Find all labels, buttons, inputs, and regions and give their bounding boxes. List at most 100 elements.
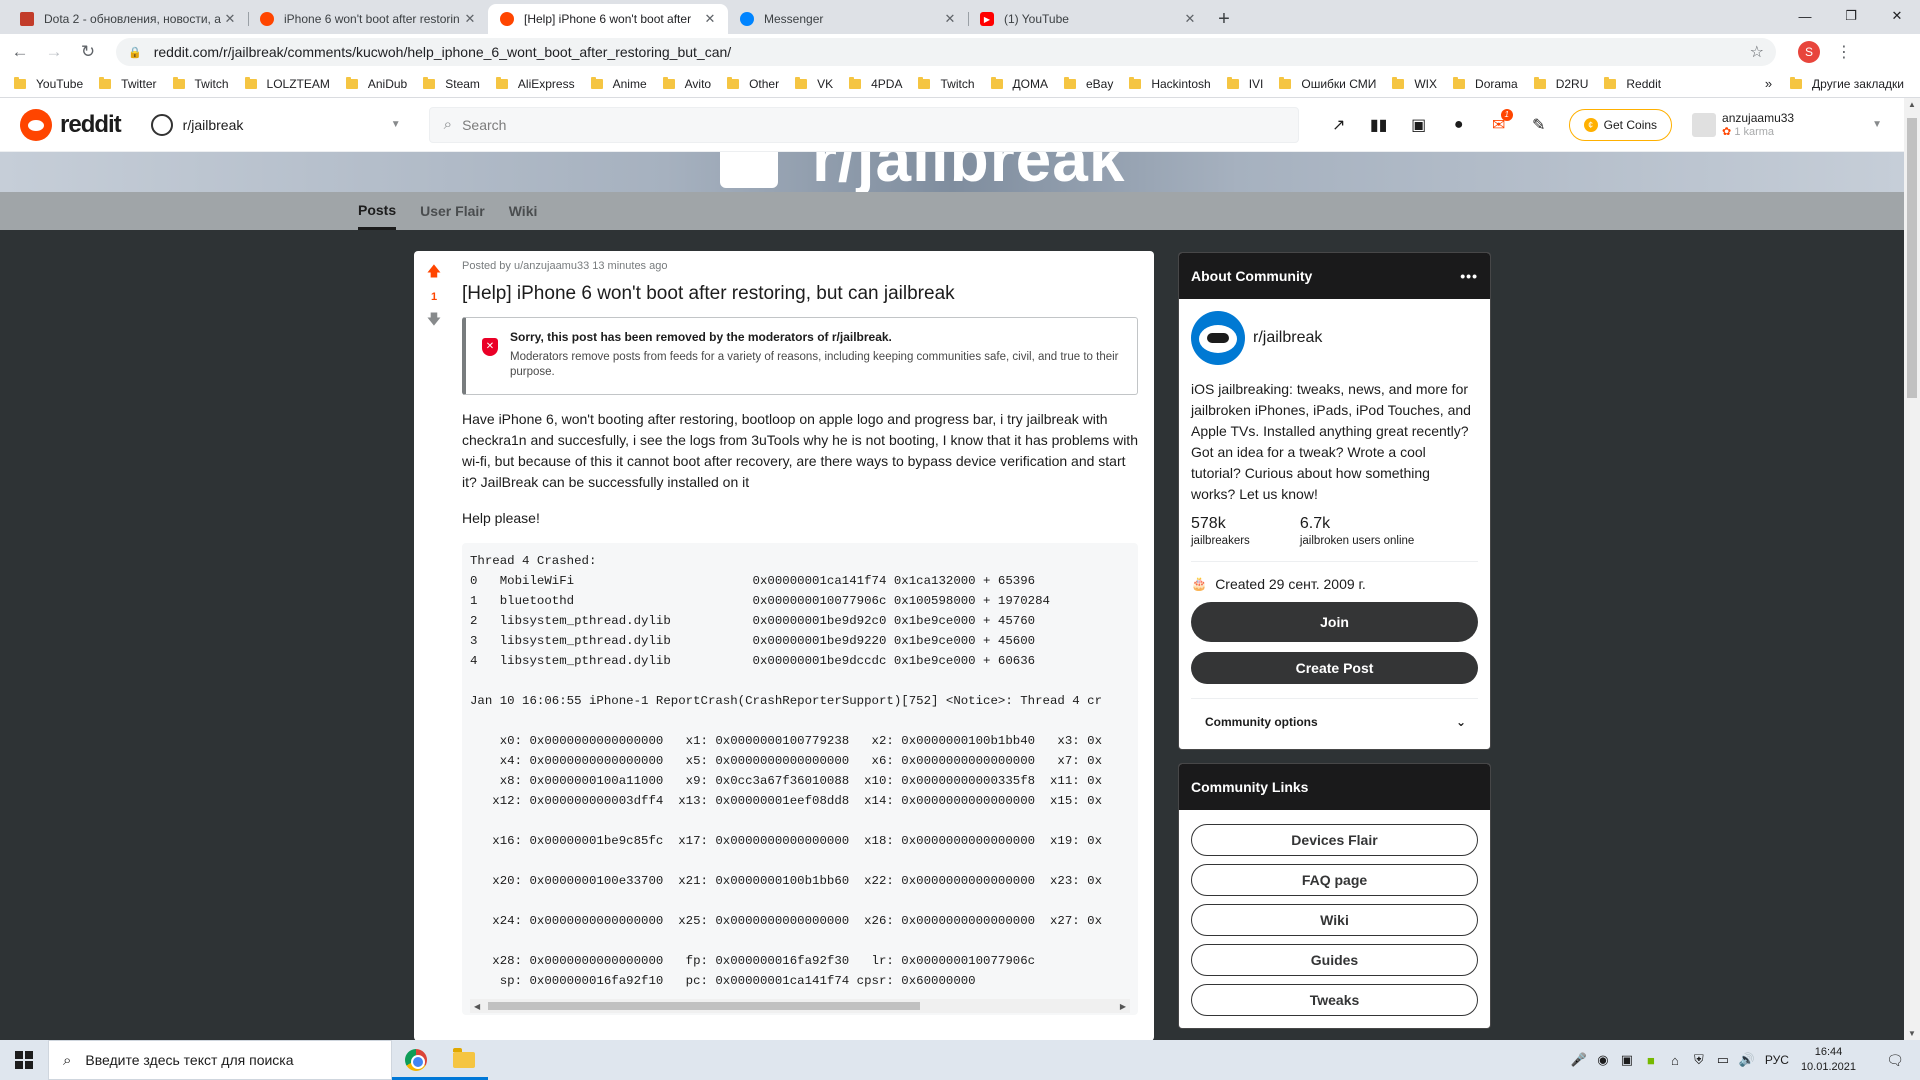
bookmark-item[interactable]: D2RU — [1533, 76, 1588, 91]
link-faq-button[interactable]: FAQ page — [1191, 864, 1478, 896]
popular-trending-icon[interactable]: ↗ — [1319, 115, 1359, 135]
community-identity[interactable]: r/jailbreak — [1191, 311, 1478, 365]
removed-shield-icon: ✕ — [482, 338, 498, 356]
bookmark-item[interactable]: AniDub — [345, 76, 407, 91]
tab-close-icon[interactable]: ✕ — [702, 11, 718, 27]
search-input[interactable]: ⌕ Search — [428, 106, 1299, 143]
bookmark-item[interactable]: 4PDA — [849, 76, 902, 91]
profile-avatar[interactable]: S — [1798, 41, 1820, 63]
search-placeholder: Search — [462, 116, 507, 133]
bookmarks-overflow-icon[interactable]: » — [1765, 76, 1772, 91]
tab-close-icon[interactable]: ✕ — [462, 11, 478, 27]
bookmark-item[interactable]: Other — [727, 76, 779, 91]
clock[interactable]: 16:44 10.01.2021 — [1801, 1045, 1856, 1075]
url-bar[interactable]: 🔒 reddit.com/r/jailbreak/comments/kucwoh… — [116, 38, 1776, 66]
scrollbar-thumb[interactable] — [1907, 118, 1917, 398]
bookmark-item[interactable]: IVI — [1226, 76, 1264, 91]
browser-menu-icon[interactable]: ⋮ — [1836, 42, 1852, 62]
tab-close-icon[interactable]: ✕ — [222, 11, 238, 27]
forward-arrow-icon[interactable]: → — [40, 38, 68, 66]
scrollbar-thumb[interactable] — [488, 1002, 920, 1010]
tab-wiki[interactable]: Wiki — [509, 192, 538, 230]
taskbar-explorer[interactable] — [440, 1040, 488, 1080]
bookmark-item[interactable]: Ошибки СМИ — [1279, 76, 1376, 91]
browser-tab-reddit-1[interactable]: iPhone 6 won't boot after restorin ✕ — [248, 4, 488, 34]
get-coins-button[interactable]: ¢ Get Coins — [1568, 108, 1673, 141]
network-icon[interactable]: ▭ — [1711, 1052, 1735, 1068]
bookmark-item[interactable]: Twitter — [99, 76, 157, 91]
minimize-button[interactable]: — — [1782, 0, 1828, 32]
browser-tab-dota[interactable]: Dota 2 - обновления, новости, а ✕ — [8, 4, 248, 34]
code-horizontal-scrollbar[interactable]: ◀ ▶ — [470, 999, 1130, 1013]
steam-icon[interactable]: ◉ — [1591, 1052, 1615, 1068]
tray-app-icon[interactable]: ▣ — [1615, 1052, 1639, 1068]
code-block[interactable]: Thread 4 Crashed: 0 MobileWiFi 0x0000000… — [462, 543, 1138, 1015]
bookmark-item[interactable]: VK — [795, 76, 833, 91]
usb-icon[interactable]: ⌂ — [1663, 1053, 1687, 1068]
bookmark-item[interactable]: Steam — [423, 76, 480, 91]
nvidia-icon[interactable]: ■ — [1639, 1053, 1663, 1068]
tab-close-icon[interactable]: ✕ — [1182, 11, 1198, 27]
bookmark-item[interactable]: ДОМА — [990, 76, 1048, 91]
microphone-icon[interactable]: 🎤 — [1567, 1052, 1591, 1068]
user-dropdown[interactable]: anzujaamu33 ✿ 1 karma ▼ — [1692, 111, 1892, 138]
start-button[interactable] — [0, 1040, 48, 1080]
bookmark-item[interactable]: Reddit — [1604, 76, 1661, 91]
browser-tab-messenger[interactable]: Messenger ✕ — [728, 4, 968, 34]
tab-user-flair[interactable]: User Flair — [420, 192, 485, 230]
bookmark-item[interactable]: WIX — [1392, 76, 1437, 91]
link-wiki-button[interactable]: Wiki — [1191, 904, 1478, 936]
bookmark-item[interactable]: Avito — [662, 76, 711, 91]
bookmark-item[interactable]: Dorama — [1453, 76, 1518, 91]
new-tab-button[interactable]: + — [1208, 4, 1240, 34]
scroll-left-icon[interactable]: ◀ — [474, 1002, 480, 1011]
subreddit-selector[interactable]: r/jailbreak ▼ — [150, 113, 401, 136]
reddit-logo[interactable]: reddit — [20, 108, 122, 141]
scroll-right-icon[interactable]: ▶ — [1120, 1002, 1126, 1011]
tab-posts[interactable]: Posts — [358, 192, 397, 230]
bookmark-item[interactable]: Twitch — [918, 76, 975, 91]
chat-icon[interactable]: ● — [1439, 116, 1479, 134]
other-bookmarks-folder[interactable]: Другие закладки — [1790, 76, 1904, 91]
upvote-arrow-icon[interactable]: 🡅 — [414, 261, 454, 285]
taskbar-chrome[interactable] — [392, 1040, 440, 1080]
scroll-up-icon[interactable]: ▲ — [1908, 100, 1916, 109]
stats-icon[interactable]: ▮▮ — [1359, 115, 1399, 135]
bookmark-label: IVI — [1248, 76, 1264, 91]
link-guides-button[interactable]: Guides — [1191, 944, 1478, 976]
language-indicator[interactable]: РУС — [1765, 1053, 1789, 1067]
bookmark-item[interactable]: LOLZTEAM — [244, 76, 330, 91]
join-button[interactable]: Join — [1191, 602, 1478, 642]
more-options-icon[interactable]: ••• — [1460, 268, 1478, 284]
community-options-toggle[interactable]: Community options ⌄ — [1191, 699, 1478, 737]
security-icon[interactable]: ⛨ — [1687, 1052, 1711, 1068]
bookmark-star-icon[interactable]: ☆ — [1750, 42, 1764, 62]
bookmark-item[interactable]: eBay — [1063, 76, 1113, 91]
reload-icon[interactable]: ↻ — [74, 38, 102, 66]
link-tweaks-button[interactable]: Tweaks — [1191, 984, 1478, 1016]
volume-icon[interactable]: 🔊 — [1735, 1052, 1759, 1068]
browser-tab-youtube[interactable]: ▶ (1) YouTube ✕ — [968, 4, 1208, 34]
karma-text: 1 karma — [1734, 126, 1775, 138]
maximize-button[interactable]: ❐ — [1828, 0, 1874, 32]
create-post-button[interactable]: Create Post — [1191, 652, 1478, 684]
tab-close-icon[interactable]: ✕ — [942, 11, 958, 27]
link-devices-flair-button[interactable]: Devices Flair — [1191, 824, 1478, 856]
bookmark-item[interactable]: Twitch — [172, 76, 229, 91]
taskbar-search-input[interactable]: ⌕ Введите здесь текст для поиска — [48, 1040, 392, 1080]
back-arrow-icon[interactable]: ← — [6, 38, 34, 66]
bookmark-item[interactable]: Hackintosh — [1129, 76, 1211, 91]
downvote-arrow-icon[interactable]: 🡇 — [414, 309, 454, 333]
close-window-button[interactable]: ✕ — [1874, 0, 1920, 32]
bookmark-item[interactable]: YouTube — [14, 76, 83, 91]
bookmark-item[interactable]: AliExpress — [495, 76, 575, 91]
notifications-icon[interactable]: ✉ 1 — [1479, 108, 1519, 135]
messenger-favicon-icon — [740, 12, 754, 26]
rpan-video-icon[interactable]: ▣ — [1399, 115, 1439, 135]
scroll-down-icon[interactable]: ▼ — [1908, 1029, 1916, 1038]
page-vertical-scrollbar[interactable]: ▲ ▼ — [1904, 98, 1920, 1040]
create-post-pencil-icon[interactable]: ✎ — [1519, 115, 1559, 135]
bookmark-item[interactable]: Anime — [590, 76, 647, 91]
action-center-icon[interactable]: 🗨 — [1878, 1052, 1912, 1069]
browser-tab-reddit-active[interactable]: [Help] iPhone 6 won't boot after ✕ — [488, 4, 728, 34]
